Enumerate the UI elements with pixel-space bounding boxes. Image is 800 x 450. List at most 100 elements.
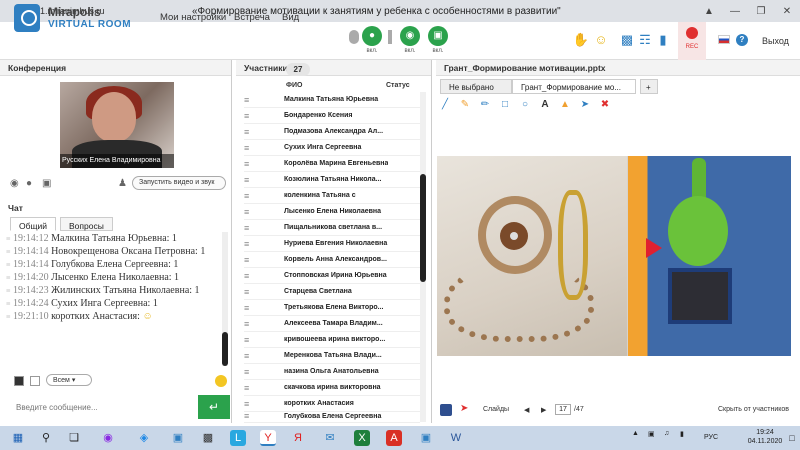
extension-icon[interactable]: ▲ xyxy=(696,6,722,17)
fill-tool-icon[interactable]: ▲ xyxy=(558,98,572,112)
menu-view[interactable]: Вид xyxy=(282,12,299,23)
battery-icon[interactable]: ▮ xyxy=(680,430,684,438)
search-icon[interactable]: ⚲ xyxy=(38,430,54,446)
acrobat-icon[interactable]: A xyxy=(386,430,402,446)
restore-button[interactable]: ❐ xyxy=(748,6,774,17)
participants-scroll-thumb[interactable] xyxy=(420,174,426,282)
participant-row[interactable]: ≡ кривошеева ирина викторо... xyxy=(244,332,420,348)
prev-slide-icon[interactable]: ◀ xyxy=(524,406,529,414)
pen-tool-icon[interactable]: ╱ xyxy=(438,98,452,112)
mic-toggle[interactable] xyxy=(349,30,359,44)
yandex-icon[interactable]: Я xyxy=(290,430,306,446)
rectangle-tool-icon[interactable]: □ xyxy=(498,98,512,112)
audience-select[interactable]: Всем ▾ xyxy=(46,374,92,386)
camera-icon[interactable]: ◉ xyxy=(400,26,420,46)
message-input[interactable] xyxy=(6,395,198,419)
participant-row[interactable]: ≡ Алексеева Тамара Владим... xyxy=(244,316,420,332)
tab-not-selected[interactable]: Не выбрано xyxy=(440,79,512,94)
tab-presentation-file[interactable]: Грант_Формирование мо... xyxy=(512,79,636,94)
participant-row[interactable]: ≡ Бондаренко Ксения xyxy=(244,108,420,124)
close-button[interactable]: ✕ xyxy=(774,6,800,17)
notifications-icon[interactable]: □ xyxy=(784,430,800,446)
audio-settings-icon[interactable]: ▣ xyxy=(42,178,51,189)
column-name-header[interactable]: ФИО xyxy=(286,82,302,89)
chat-scroll-thumb[interactable] xyxy=(222,332,228,366)
participant-row[interactable]: ≡ коленкина Татьяна с xyxy=(244,188,420,204)
screen-share-icon[interactable]: ▣ xyxy=(428,26,448,46)
participant-row[interactable]: ≡ Стопповская Ирина Юрьевна xyxy=(244,268,420,284)
volume-slider[interactable] xyxy=(388,30,392,44)
participant-row[interactable]: ≡ назина Ольга Анатольевна xyxy=(244,364,420,380)
microphone-icon[interactable]: ● xyxy=(362,26,382,46)
add-tab-button[interactable]: + xyxy=(640,79,658,94)
participant-row[interactable]: ≡ Козюлина Татьяна Никола... xyxy=(244,172,420,188)
network-icon[interactable]: ☶ xyxy=(636,32,654,48)
participant-row[interactable]: ≡ Меренкова Татьяна Влади... xyxy=(244,348,420,364)
task-view-icon[interactable]: ❏ xyxy=(66,430,82,446)
send-button[interactable]: ↵ xyxy=(198,395,230,419)
tab-general[interactable]: Общий xyxy=(10,217,56,231)
raise-hand-icon[interactable]: ✋ xyxy=(572,32,590,48)
exit-button[interactable]: Выход xyxy=(762,36,789,46)
yandex-browser-icon[interactable]: Y xyxy=(260,430,276,446)
slides-label[interactable]: Слайды xyxy=(483,406,509,413)
minimize-button[interactable]: — xyxy=(722,6,748,17)
marker-tool-icon[interactable]: ✏ xyxy=(478,98,492,112)
chat-scrollbar[interactable] xyxy=(222,232,228,366)
photos-icon[interactable]: ▣ xyxy=(418,430,434,446)
column-status-header[interactable]: Статус xyxy=(386,82,410,89)
system-clock[interactable]: 19:24 04.11.2020 xyxy=(746,428,784,446)
menu-meeting[interactable]: Встреча xyxy=(234,12,270,23)
language-flag-icon[interactable] xyxy=(718,35,730,44)
text-tool-icon[interactable]: A xyxy=(538,98,552,112)
participant-row[interactable]: ≡ скачкова ирина викторовна xyxy=(244,380,420,396)
help-icon[interactable]: ? xyxy=(736,34,748,46)
statistics-icon[interactable]: ▮ xyxy=(654,32,672,48)
record-icon[interactable] xyxy=(686,27,698,39)
store-icon[interactable]: ▩ xyxy=(200,430,216,446)
participants-scrollbar[interactable] xyxy=(420,92,426,422)
participant-row[interactable]: ≡ Третьякова Елена Викторо... xyxy=(244,300,420,316)
participant-row[interactable]: ≡ Королёва Марина Евгеньевна xyxy=(244,156,420,172)
app-l-icon[interactable]: L xyxy=(230,430,246,446)
mic-settings-icon[interactable]: ● xyxy=(26,178,32,189)
tray-up-icon[interactable]: ▲ xyxy=(632,430,639,437)
windows-start-icon[interactable]: ▦ xyxy=(10,430,26,446)
hide-from-participants-button[interactable]: Скрыть от участников xyxy=(718,406,789,413)
highlighter-tool-icon[interactable]: ✎ xyxy=(458,98,472,112)
participant-row[interactable]: ≡ Корвель Анна Александров... xyxy=(244,252,420,268)
emoji-picker-icon[interactable] xyxy=(215,375,227,387)
participant-row[interactable]: ≡ Голубкова Елена Сергеевна xyxy=(244,410,420,423)
cursor-icon[interactable]: ➤ xyxy=(460,403,468,414)
excel-icon[interactable]: X xyxy=(354,430,370,446)
participant-row[interactable]: ≡ Пищальникова светлана в... xyxy=(244,220,420,236)
tab-questions[interactable]: Вопросы xyxy=(60,217,113,231)
participant-row[interactable]: ≡ Малкина Татьяна Юрьевна xyxy=(244,92,420,108)
pointer-tool-icon[interactable]: ➤ xyxy=(578,98,592,112)
volume-icon[interactable]: ♫ xyxy=(664,430,669,437)
participant-row[interactable]: ≡ Старцева Светлана xyxy=(244,284,420,300)
mail-icon[interactable]: ✉ xyxy=(322,430,338,446)
participant-row[interactable]: ≡ Сухих Инга Сергеевна xyxy=(244,140,420,156)
emotion-icon[interactable]: ☺ xyxy=(592,32,610,47)
text-color-icon[interactable] xyxy=(14,376,24,386)
word-icon[interactable]: W xyxy=(448,430,464,446)
network-icon[interactable]: ▣ xyxy=(648,430,655,438)
ellipse-tool-icon[interactable]: ○ xyxy=(518,98,532,112)
brush-icon[interactable] xyxy=(440,404,452,416)
background-color-icon[interactable] xyxy=(30,376,40,386)
page-number-input[interactable]: 17 xyxy=(555,404,571,415)
file-explorer-icon[interactable]: ▣ xyxy=(170,430,186,446)
camera-settings-icon[interactable]: ◉ xyxy=(10,178,19,189)
poll-chart-icon[interactable]: ▩ xyxy=(618,32,636,48)
clear-tool-icon[interactable]: ✖ xyxy=(598,98,612,112)
cortana-icon[interactable]: ◉ xyxy=(100,430,116,446)
next-slide-icon[interactable]: ▶ xyxy=(541,406,546,414)
participant-row[interactable]: ≡ Лысенко Елена Николаевна xyxy=(244,204,420,220)
edge-browser-icon[interactable]: ◈ xyxy=(136,430,152,446)
input-language[interactable]: РУС xyxy=(704,434,718,441)
start-video-dropdown[interactable]: Запустить видео и звук xyxy=(132,176,226,190)
participant-row[interactable]: ≡ Подмазова Александра Ал... xyxy=(244,124,420,140)
menu-my-settings[interactable]: Мои настройки xyxy=(160,12,226,23)
participant-row[interactable]: ≡ Нуриева Евгения Николаевна xyxy=(244,236,420,252)
